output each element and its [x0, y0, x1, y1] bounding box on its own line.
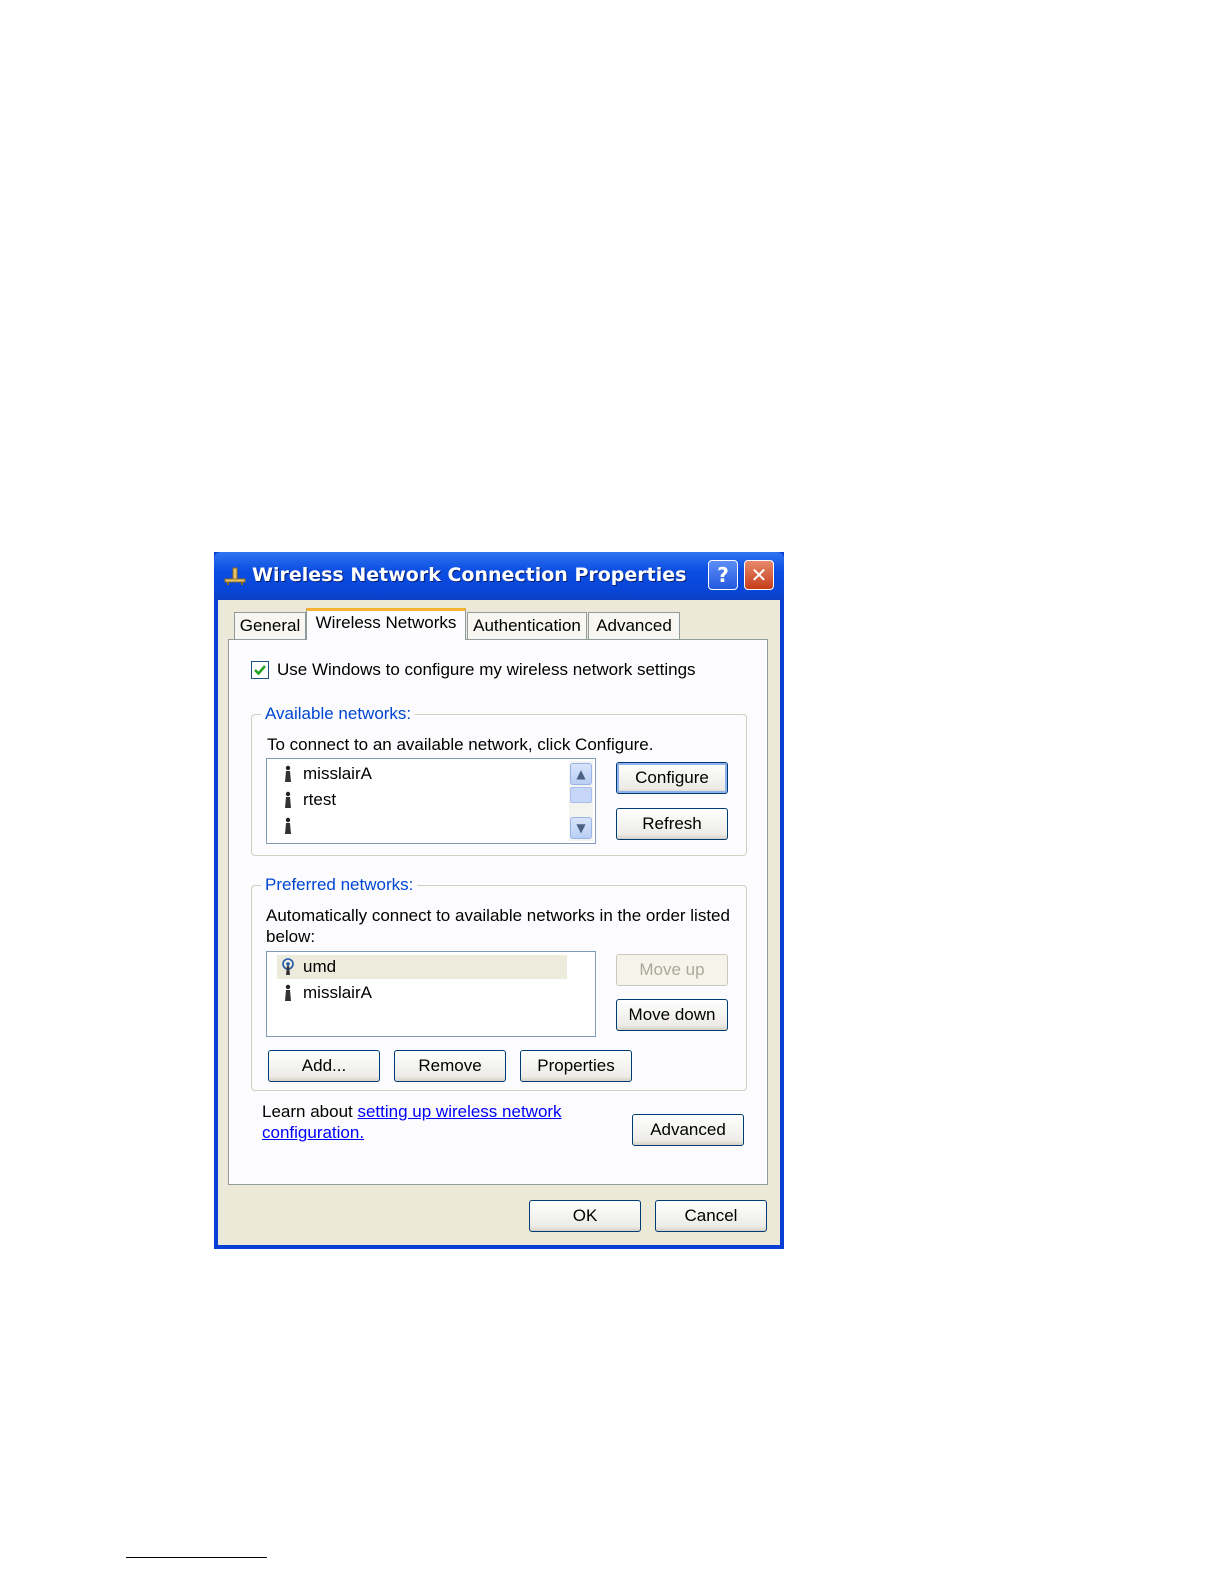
close-button[interactable]: ✕ — [744, 560, 774, 590]
available-networks-list[interactable]: misslairA rtest ▲ ▼ — [266, 758, 596, 844]
tab-general[interactable]: General — [234, 612, 306, 639]
wireless-antenna-icon — [285, 984, 291, 1001]
move-down-button[interactable]: Move down — [616, 999, 728, 1031]
use-windows-label: Use Windows to configure my wireless net… — [277, 660, 696, 679]
scroll-down-icon[interactable]: ▼ — [570, 817, 592, 839]
learn-about-prefix: Learn about — [262, 1102, 358, 1121]
properties-dialog: Wireless Network Connection Properties ?… — [214, 552, 784, 1249]
tab-wireless-networks[interactable]: Wireless Networks — [306, 608, 466, 640]
wireless-networks-panel: Use Windows to configure my wireless net… — [228, 639, 768, 1185]
setup-wireless-link[interactable]: setting up wireless network — [357, 1102, 561, 1121]
learn-about-text: Learn about setting up wireless network — [262, 1102, 562, 1122]
checkmark-icon — [254, 665, 266, 676]
footnote-rule — [126, 1557, 267, 1558]
cancel-button[interactable]: Cancel — [655, 1200, 767, 1232]
network-name: misslairA — [303, 764, 372, 783]
preferred-instruction-line2: below: — [266, 927, 316, 946]
wireless-connected-icon — [282, 958, 294, 975]
available-list-scrollbar[interactable]: ▲ ▼ — [569, 761, 593, 841]
dialog-client-area: General Wireless Networks Authentication… — [218, 600, 780, 1245]
list-item[interactable]: umd — [277, 955, 567, 979]
preferred-networks-list[interactable]: umd misslairA — [266, 951, 596, 1037]
ok-button[interactable]: OK — [529, 1200, 641, 1232]
scroll-up-icon[interactable]: ▲ — [570, 763, 592, 785]
wireless-antenna-icon — [285, 817, 291, 834]
remove-button[interactable]: Remove — [394, 1050, 506, 1082]
window-title: Wireless Network Connection Properties — [252, 564, 687, 586]
add-button[interactable]: Add... — [268, 1050, 380, 1082]
network-name: rtest — [303, 790, 337, 809]
move-up-button[interactable]: Move up — [616, 954, 728, 986]
available-instruction: To connect to an available network, clic… — [267, 735, 654, 754]
list-item[interactable] — [277, 814, 567, 838]
wireless-antenna-icon — [285, 765, 291, 782]
preferred-networks-label: Preferred networks: — [261, 875, 418, 895]
title-bar[interactable]: Wireless Network Connection Properties ?… — [214, 552, 784, 600]
configure-button[interactable]: Configure — [616, 762, 728, 794]
network-connection-icon — [224, 567, 246, 585]
preferred-instruction-line1: Automatically connect to available netwo… — [266, 906, 730, 925]
tab-advanced[interactable]: Advanced — [588, 612, 680, 639]
wireless-antenna-icon — [285, 791, 291, 808]
list-item[interactable]: misslairA — [277, 981, 567, 1005]
scroll-thumb[interactable] — [570, 787, 592, 803]
tab-authentication[interactable]: Authentication — [467, 612, 587, 639]
advanced-button[interactable]: Advanced — [632, 1114, 744, 1146]
list-item[interactable]: misslairA — [277, 762, 567, 786]
properties-button[interactable]: Properties — [520, 1050, 632, 1082]
list-item[interactable]: rtest — [277, 788, 567, 812]
use-windows-checkbox[interactable] — [251, 661, 269, 679]
network-name: umd — [303, 957, 337, 976]
help-button[interactable]: ? — [708, 560, 738, 590]
network-name: misslairA — [303, 983, 372, 1002]
refresh-button[interactable]: Refresh — [616, 808, 728, 840]
available-networks-label: Available networks: — [261, 704, 416, 724]
configuration-link[interactable]: configuration. — [262, 1123, 364, 1143]
